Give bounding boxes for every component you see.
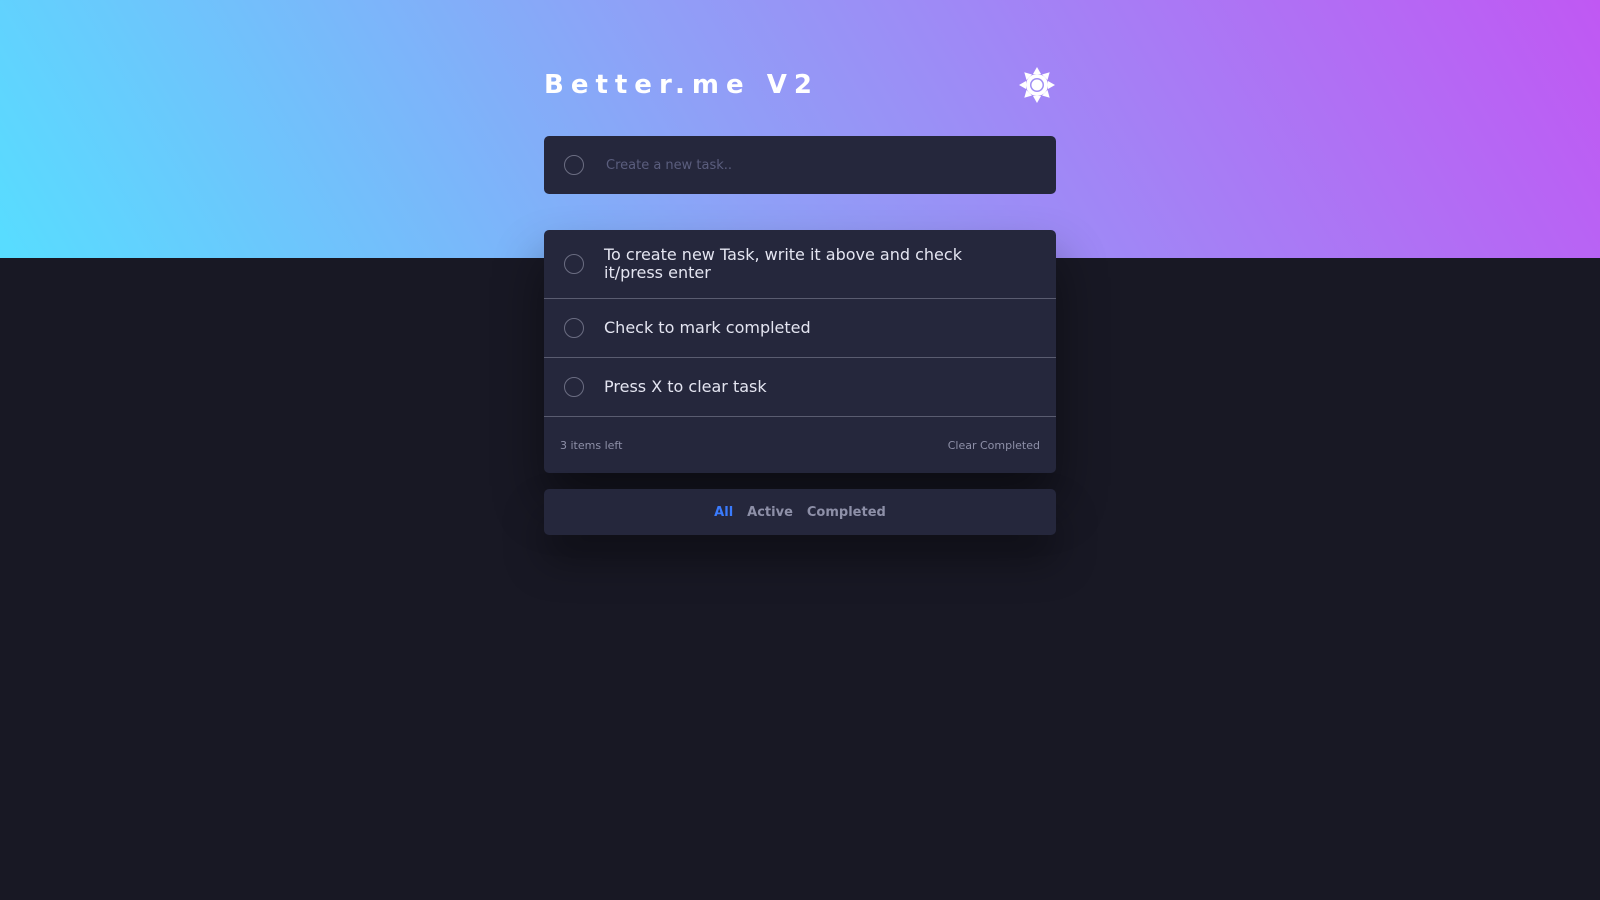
items-left-count: 3 items left bbox=[560, 438, 623, 452]
filter-bar: All Active Completed bbox=[544, 489, 1056, 535]
clear-completed-button[interactable]: Clear Completed bbox=[948, 439, 1040, 452]
task-list-footer: 3 items left Clear Completed bbox=[544, 417, 1056, 473]
header-gradient-banner bbox=[0, 0, 1600, 258]
task-text: Press X to clear task bbox=[604, 377, 767, 396]
task-check-circle[interactable] bbox=[564, 318, 584, 338]
new-task-check-circle[interactable] bbox=[564, 155, 584, 175]
task-list: To create new Task, write it above and c… bbox=[544, 230, 1056, 473]
filter-active-button[interactable]: Active bbox=[747, 505, 793, 520]
task-item[interactable]: Press X to clear task bbox=[544, 358, 1056, 417]
app-header: Better.me V2 bbox=[544, 62, 1056, 108]
app-title: Better.me V2 bbox=[544, 70, 819, 100]
sun-icon bbox=[1019, 67, 1055, 103]
task-item[interactable]: To create new Task, write it above and c… bbox=[544, 230, 1056, 299]
task-text: To create new Task, write it above and c… bbox=[604, 245, 962, 282]
task-item[interactable]: Check to mark completed bbox=[544, 299, 1056, 358]
new-task-bar bbox=[544, 135, 1056, 195]
task-check-circle[interactable] bbox=[564, 254, 584, 274]
theme-toggle-button[interactable] bbox=[1018, 66, 1056, 104]
task-text: Check to mark completed bbox=[604, 318, 811, 337]
new-task-input[interactable] bbox=[604, 135, 1056, 195]
filter-completed-button[interactable]: Completed bbox=[807, 505, 886, 520]
task-check-circle[interactable] bbox=[564, 377, 584, 397]
filter-all-button[interactable]: All bbox=[714, 505, 733, 520]
